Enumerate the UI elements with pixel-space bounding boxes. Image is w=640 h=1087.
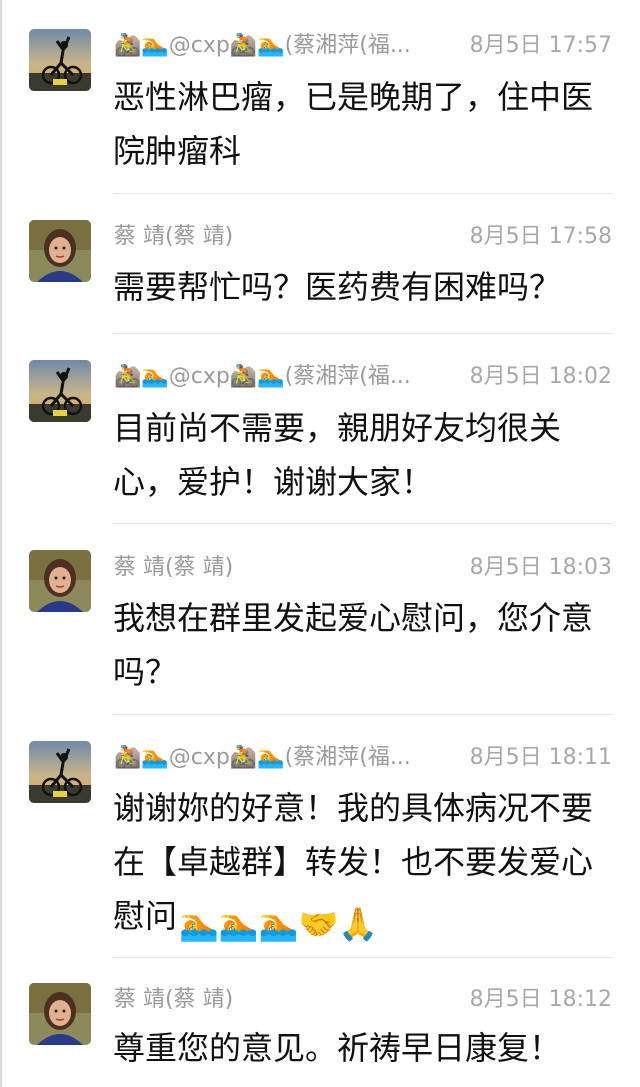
- message-text: 目前尚不需要，親朋好友均很关心，爱护！谢谢大家！: [113, 409, 562, 501]
- message-text: 尊重您的意见。祈祷早日康复！: [113, 1029, 562, 1067]
- message-time: 8月5日 18:12: [469, 987, 612, 1012]
- divider: [113, 523, 613, 524]
- window-edge: [0, 0, 2, 1087]
- sender-name: 蔡 靖(蔡 靖): [114, 224, 234, 249]
- message-time: 8月5日 18:02: [469, 364, 612, 389]
- sender-name: 🚵🏊@cxp🚵🏊(蔡湘萍(福...: [114, 745, 411, 770]
- sender-name: 🚵🏊@cxp🚵🏊(蔡湘萍(福...: [114, 33, 411, 58]
- message-time: 8月5日 17:58: [469, 224, 612, 249]
- emoji-reactions: 🏊🏊🏊🤝🙏: [179, 905, 379, 943]
- message-time: 8月5日 18:03: [469, 555, 612, 580]
- cyclist-avatar[interactable]: [29, 29, 91, 91]
- divider: [113, 333, 613, 334]
- cyclist-avatar[interactable]: [29, 741, 91, 803]
- divider: [113, 714, 613, 715]
- message-text: 我想在群里发起爱心慰问，您介意吗？: [113, 599, 594, 691]
- message-time: 8月5日 17:57: [469, 33, 612, 58]
- sender-name: 蔡 靖(蔡 靖): [114, 987, 234, 1012]
- sender-name: 🚵🏊@cxp🚵🏊(蔡湘萍(福...: [114, 364, 411, 389]
- message-text: 谢谢妳的好意！我的具体病况不要在【卓越群】转发！也不要发爱心慰问🏊🏊🏊🤝🙏: [113, 781, 593, 951]
- woman-avatar[interactable]: [29, 220, 91, 282]
- sender-name: 蔡 靖(蔡 靖): [114, 555, 234, 580]
- woman-avatar[interactable]: [29, 983, 91, 1045]
- message-text: 恶性淋巴瘤，已是晚期了，住中医院肿瘤科: [113, 78, 594, 170]
- message-time: 8月5日 18:11: [469, 745, 612, 770]
- divider: [113, 193, 613, 194]
- message-text: 需要帮忙吗？医药费有困难吗？: [113, 268, 562, 306]
- divider: [113, 957, 613, 958]
- woman-avatar[interactable]: [29, 550, 91, 612]
- cyclist-avatar[interactable]: [29, 360, 91, 422]
